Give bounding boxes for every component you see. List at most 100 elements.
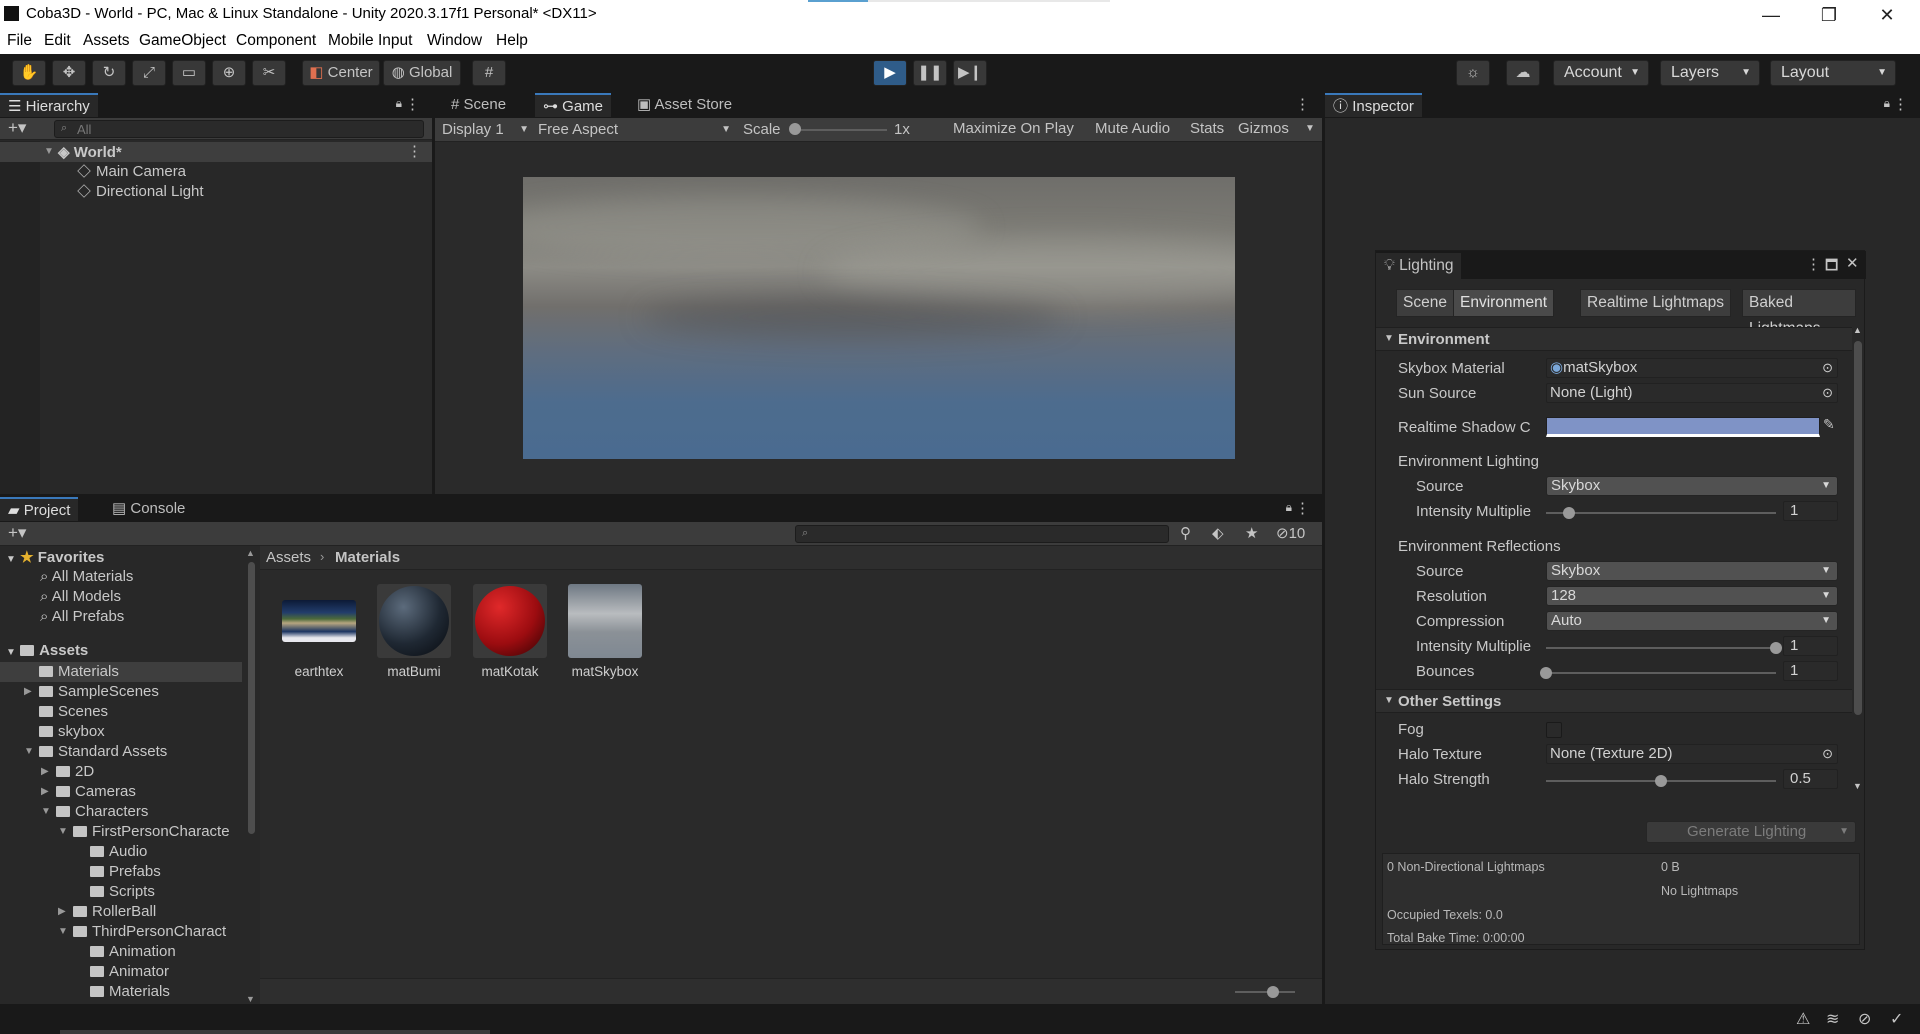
skybox-material-field[interactable]: ◉matSkybox ⊙: [1546, 358, 1838, 378]
tab-game[interactable]: ⊶ Game: [535, 93, 612, 117]
env-intensity-track[interactable]: [1546, 512, 1776, 514]
more-menu-icon[interactable]: ⋮: [1295, 499, 1310, 517]
hierarchy-item-main-camera[interactable]: Main Camera: [77, 163, 186, 180]
compression-dropdown[interactable]: Auto ▼: [1546, 611, 1838, 631]
folder-tree-item[interactable]: ▼ Standard Assets: [0, 742, 242, 762]
minimize-button[interactable]: —: [1742, 2, 1800, 28]
refl-intensity-field[interactable]: 1: [1783, 636, 1838, 656]
folder-tree-item[interactable]: ▶ RollerBall: [0, 902, 242, 922]
tab-hierarchy[interactable]: ☰ Hierarchy: [0, 93, 98, 117]
status-check-icon[interactable]: ✓: [1890, 1009, 1903, 1029]
display-dropdown[interactable]: Display 1 ▼: [438, 119, 533, 140]
sun-source-field[interactable]: None (Light) ⊙: [1546, 383, 1838, 403]
more-menu-icon[interactable]: ⋮: [1806, 255, 1821, 273]
other-settings-header[interactable]: ▼ Other Settings: [1376, 689, 1852, 713]
breadcrumb-materials[interactable]: Materials: [335, 549, 400, 566]
more-menu-icon[interactable]: ⋮: [405, 95, 420, 113]
collapse-arrow-icon[interactable]: ▶: [24, 686, 32, 697]
lighting-tab-baked-lightmaps[interactable]: Baked Lightmaps: [1742, 289, 1856, 337]
more-menu-icon[interactable]: ⋮: [1893, 95, 1908, 113]
close-icon[interactable]: ✕: [1846, 254, 1859, 272]
shadow-color-swatch[interactable]: [1546, 417, 1820, 437]
halo-texture-field[interactable]: None (Texture 2D) ⊙: [1546, 744, 1838, 764]
gizmos-dropdown-arrow-icon[interactable]: ▼: [1305, 123, 1315, 134]
fog-checkbox[interactable]: [1546, 722, 1562, 738]
env-intensity-knob[interactable]: [1563, 507, 1575, 519]
expand-arrow-icon[interactable]: ▼: [24, 746, 34, 757]
folder-tree-item[interactable]: Materials: [0, 982, 242, 1002]
stats-button[interactable]: Stats: [1190, 120, 1224, 137]
asset-matkotak[interactable]: matKotak: [468, 584, 552, 679]
favorite-star-icon[interactable]: ★: [1245, 524, 1258, 542]
tab-inspector[interactable]: ⓘ Inspector: [1325, 93, 1422, 117]
step-button[interactable]: ▶❙: [953, 60, 987, 86]
hierarchy-search-input[interactable]: ⌕ All: [54, 120, 424, 138]
folder-tree-item[interactable]: ▶ Cameras: [0, 782, 242, 802]
bounces-track[interactable]: [1546, 672, 1776, 674]
folder-tree-item[interactable]: Scenes: [0, 702, 242, 722]
collapse-arrow-icon[interactable]: ▶: [41, 766, 49, 777]
scroll-up-icon[interactable]: ▲: [1853, 327, 1862, 335]
folder-tree-item[interactable]: Materials: [0, 662, 242, 682]
menu-window[interactable]: Window: [427, 32, 482, 50]
folder-tree-item[interactable]: ▼ FirstPersonCharacte: [0, 822, 242, 842]
assets-header[interactable]: ▼ Assets: [6, 642, 88, 659]
scroll-up-icon[interactable]: ▲: [246, 548, 255, 558]
expand-arrow-icon[interactable]: ▼: [58, 926, 68, 937]
folder-tree-item[interactable]: Animator: [0, 962, 242, 982]
resolution-dropdown[interactable]: 128 ▼: [1546, 586, 1838, 606]
thumbnail-size-knob[interactable]: [1267, 986, 1279, 998]
breadcrumb-assets[interactable]: Assets: [266, 549, 311, 566]
more-menu-icon[interactable]: ⋮: [1295, 95, 1310, 113]
scale-tool-icon[interactable]: ⤢: [132, 60, 166, 86]
transform-tool-icon[interactable]: ⊕: [212, 60, 246, 86]
folder-tree-item[interactable]: Scripts: [0, 882, 242, 902]
lighting-tab-realtime-lightmaps[interactable]: Realtime Lightmaps: [1580, 289, 1731, 317]
collab-icon[interactable]: ☼: [1456, 60, 1490, 86]
generate-lighting-button[interactable]: Generate Lighting ▼: [1646, 821, 1856, 843]
layers-dropdown[interactable]: Layers ▼: [1660, 60, 1760, 86]
tab-project[interactable]: ▰ Project: [0, 497, 79, 521]
tab-asset-store[interactable]: ▣ Asset Store: [629, 93, 740, 117]
folder-tree-item[interactable]: skybox: [0, 722, 242, 742]
maximize-on-play-button[interactable]: Maximize On Play: [953, 120, 1074, 137]
thumbnail-size-track[interactable]: [1235, 991, 1295, 993]
hierarchy-item-directional-light[interactable]: Directional Light: [77, 183, 204, 200]
asset-matskybox[interactable]: matSkybox: [563, 584, 647, 679]
filter-type-icon[interactable]: ⚲: [1180, 524, 1191, 542]
object-picker-icon[interactable]: ⊙: [1822, 384, 1833, 402]
scroll-thumb[interactable]: [1854, 341, 1862, 715]
menu-assets[interactable]: Assets: [83, 32, 130, 50]
lighting-tab[interactable]: 💡︎ Lighting: [1376, 253, 1461, 279]
cloud-icon[interactable]: ☁: [1506, 60, 1540, 86]
expand-arrow-icon[interactable]: ▼: [44, 146, 54, 157]
close-window-button[interactable]: ✕: [1858, 2, 1916, 28]
custom-tool-icon[interactable]: ✂: [252, 60, 286, 86]
refl-intensity-knob[interactable]: [1770, 642, 1782, 654]
lock-icon[interactable]: 🔒︎: [1286, 500, 1292, 515]
folder-tree-item[interactable]: Animation: [0, 942, 242, 962]
lighting-scrollbar[interactable]: ▲ ▼: [1852, 327, 1864, 797]
scroll-down-icon[interactable]: ▼: [1853, 781, 1862, 791]
maximize-button[interactable]: ❐: [1800, 2, 1858, 28]
menu-help[interactable]: Help: [496, 32, 528, 50]
environment-section-header[interactable]: ▼ Environment: [1376, 327, 1852, 351]
mute-audio-button[interactable]: Mute Audio: [1095, 120, 1170, 137]
tab-scene[interactable]: # Scene: [443, 93, 514, 117]
asset-earthtex[interactable]: earthtex: [277, 584, 361, 679]
asset-matbumi[interactable]: matBumi: [372, 584, 456, 679]
tree-scrollbar[interactable]: ▲ ▼: [246, 548, 256, 1004]
lock-icon[interactable]: 🔒︎: [396, 96, 402, 111]
add-icon[interactable]: +▾: [8, 523, 26, 543]
folder-tree-item[interactable]: Prefabs: [0, 862, 242, 882]
expand-arrow-icon[interactable]: ▼: [58, 826, 68, 837]
folder-tree-item[interactable]: ▶ SampleScenes: [0, 682, 242, 702]
move-tool-icon[interactable]: ✥: [52, 60, 86, 86]
account-dropdown[interactable]: Account ▼: [1553, 60, 1649, 86]
rect-tool-icon[interactable]: ▭: [172, 60, 206, 86]
menu-file[interactable]: File: [7, 32, 32, 50]
scroll-down-icon[interactable]: ▼: [246, 994, 255, 1004]
refl-intensity-track[interactable]: [1546, 647, 1776, 649]
bounces-knob[interactable]: [1540, 667, 1552, 679]
object-picker-icon[interactable]: ⊙: [1822, 359, 1833, 377]
